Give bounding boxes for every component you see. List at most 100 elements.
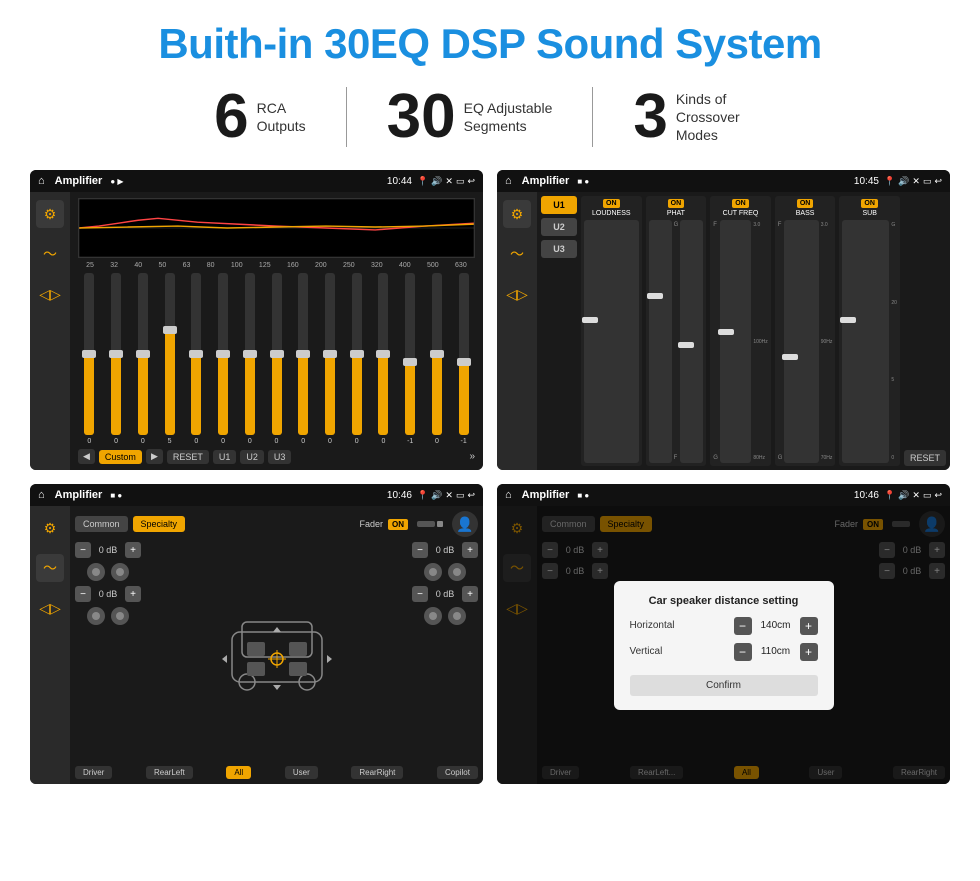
fader-plus-1[interactable]: + (125, 542, 141, 558)
eq-slider-6: 0 (238, 273, 261, 445)
amp-sub-on: ON (861, 199, 878, 208)
eq-u2-button[interactable]: U2 (240, 450, 264, 464)
eq-graph (78, 198, 475, 258)
status-title-3: Amplifier (55, 489, 103, 501)
status-bar-1: ⌂ Amplifier ● ▶ 10:44 📍 🔊 ✕ ▭ ↩ (30, 170, 483, 192)
amp-phat-label: PHAT (667, 210, 685, 217)
screen-fader: ⌂ Amplifier ■ ● 10:46 📍 🔊 ✕ ▭ ↩ ⚙ (30, 484, 483, 784)
sidebar-eq-icon-3[interactable]: ⚙ (36, 514, 64, 542)
back-icon-3[interactable]: ↩ (467, 490, 475, 501)
eq-slider-track-0[interactable] (84, 273, 94, 435)
fader-label: Fader (359, 519, 383, 529)
dialog-title: Car speaker distance setting (630, 595, 818, 607)
speaker-r-bl (424, 607, 442, 625)
status-title-1: Amplifier (55, 175, 103, 187)
fader-plus-3[interactable]: + (462, 542, 478, 558)
eq-u3-button[interactable]: U3 (268, 450, 292, 464)
fader-minus-4[interactable]: − (412, 586, 428, 602)
amp-loudness-slider[interactable] (584, 220, 639, 463)
stat-number-eq: 30 (387, 86, 456, 148)
eq-prev-button[interactable]: ◀ (78, 449, 95, 464)
status-time-area-4: 10:46 📍 🔊 ✕ ▭ ↩ (854, 490, 942, 501)
fader-slider-h[interactable] (417, 521, 435, 527)
sidebar-speaker-icon-2[interactable]: ◁▷ (503, 280, 531, 308)
amp-cutfreq-slider[interactable] (720, 220, 751, 463)
fader-driver-button[interactable]: Driver (75, 766, 112, 779)
status-bar-2: ⌂ Amplifier ■ ● 10:45 📍 🔊 ✕ ▭ ↩ (497, 170, 950, 192)
freq-label-6: 100 (231, 262, 243, 269)
back-icon-1[interactable]: ↩ (467, 176, 475, 187)
fader-all-button[interactable]: All (226, 766, 251, 779)
amp-u1-button[interactable]: U1 (541, 196, 577, 214)
dialog-vertical-label: Vertical (630, 646, 663, 657)
fader-minus-1[interactable]: − (75, 542, 91, 558)
battery-icon-1: ▭ (456, 176, 465, 187)
amp-u3-button[interactable]: U3 (541, 240, 577, 258)
sidebar-eq-icon[interactable]: ⚙ (36, 200, 64, 228)
fader-plus-2[interactable]: + (125, 586, 141, 602)
dialog-horizontal-row: Horizontal − 140cm + (630, 617, 818, 635)
home-icon-4[interactable]: ⌂ (505, 489, 512, 501)
amp-phat-slider-f[interactable] (680, 220, 703, 463)
amp-bass-slider[interactable] (784, 220, 818, 463)
fader-rearright-button[interactable]: RearRight (351, 766, 403, 779)
sidebar-speaker-icon[interactable]: ◁▷ (36, 280, 64, 308)
amp-presets: U1 U2 U3 (541, 196, 577, 466)
fader-user-button[interactable]: User (285, 766, 318, 779)
fader-db-value-3: 0 dB (431, 545, 459, 555)
speaker-tl (87, 563, 105, 581)
eq-play-button[interactable]: ▶ (146, 449, 163, 464)
home-icon-3[interactable]: ⌂ (38, 489, 45, 501)
sidebar-speaker-icon-3[interactable]: ◁▷ (36, 594, 64, 622)
x-icon-3: ✕ (445, 490, 453, 501)
amp-u2-button[interactable]: U2 (541, 218, 577, 236)
freq-label-11: 320 (371, 262, 383, 269)
home-icon-2[interactable]: ⌂ (505, 175, 512, 187)
fader-user-icon: 👤 (452, 511, 478, 537)
volume-icon-1: 🔊 (431, 176, 442, 187)
dialog-vertical-row: Vertical − 110cm + (630, 643, 818, 661)
volume-icon-4: 🔊 (898, 490, 909, 501)
dialog-confirm-button[interactable]: Confirm (630, 675, 818, 696)
dialog-vertical-plus[interactable]: + (800, 643, 818, 661)
fader-common-tab[interactable]: Common (75, 516, 128, 532)
sidebar-wave-icon-2[interactable]: 〜 (503, 240, 531, 268)
freq-label-13: 500 (427, 262, 439, 269)
back-icon-2[interactable]: ↩ (934, 176, 942, 187)
x-icon-1: ✕ (445, 176, 453, 187)
amp-sub-group: ON SUB G 20 5 0 (839, 196, 900, 466)
back-icon-4[interactable]: ↩ (934, 490, 942, 501)
eq-u1-button[interactable]: U1 (213, 450, 237, 464)
sidebar-eq-icon-2[interactable]: ⚙ (503, 200, 531, 228)
speaker-distance-dialog: Car speaker distance setting Horizontal … (614, 581, 834, 710)
amp-sub-slider[interactable] (842, 220, 889, 463)
fader-plus-4[interactable]: + (462, 586, 478, 602)
dialog-horizontal-plus[interactable]: + (800, 617, 818, 635)
freq-label-3: 50 (159, 262, 167, 269)
sidebar-wave-icon-3[interactable]: 〜 (36, 554, 64, 582)
fader-minus-2[interactable]: − (75, 586, 91, 602)
left-sidebar-2: ⚙ 〜 ◁▷ (497, 192, 537, 470)
amp-loudness-label: LOUDNESS (592, 210, 631, 217)
status-time-area-2: 10:45 📍 🔊 ✕ ▭ ↩ (854, 176, 942, 187)
amp-reset-button[interactable]: RESET (904, 450, 946, 466)
home-icon-1[interactable]: ⌂ (38, 175, 45, 187)
eq-slider-9: 0 (319, 273, 342, 445)
eq-custom-button[interactable]: Custom (99, 450, 142, 464)
dialog-horizontal-minus[interactable]: − (734, 617, 752, 635)
eq-reset-button[interactable]: RESET (167, 450, 209, 464)
eq-slider-3: 5 (158, 273, 181, 445)
fader-copilot-button[interactable]: Copilot (437, 766, 478, 779)
freq-label-0: 25 (86, 262, 94, 269)
stat-number-rca: 6 (214, 86, 248, 148)
dialog-vertical-controls: − 110cm + (734, 643, 818, 661)
fader-specialty-tab[interactable]: Specialty (133, 516, 186, 532)
stat-eq: 30 EQ AdjustableSegments (347, 86, 593, 148)
fader-minus-3[interactable]: − (412, 542, 428, 558)
x-icon-4: ✕ (912, 490, 920, 501)
amp-phat-slider-g[interactable] (649, 220, 672, 463)
fader-rearleft-button[interactable]: RearLeft (146, 766, 193, 779)
dialog-vertical-minus[interactable]: − (734, 643, 752, 661)
sidebar-wave-icon[interactable]: 〜 (36, 240, 64, 268)
stat-text-eq: EQ AdjustableSegments (464, 99, 553, 135)
